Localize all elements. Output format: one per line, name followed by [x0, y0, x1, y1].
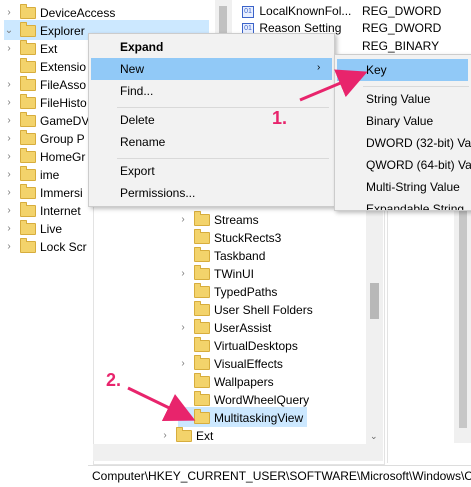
arrow-step1	[299, 69, 368, 102]
annotation-step2: 2.	[106, 370, 122, 390]
annotation-arrows	[127, 69, 368, 422]
annotation-step1: 1.	[272, 108, 288, 128]
arrow-step2	[127, 386, 196, 422]
